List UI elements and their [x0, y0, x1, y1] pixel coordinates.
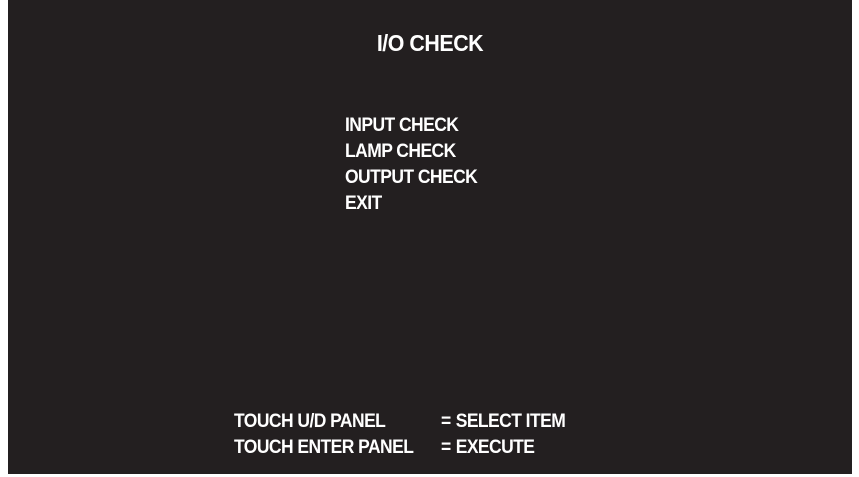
- menu-item-lamp-check[interactable]: LAMP CHECK: [345, 139, 477, 165]
- help-row-execute: TOUCH ENTER PANEL = EXECUTE: [234, 435, 565, 461]
- menu-item-exit[interactable]: EXIT: [345, 191, 477, 217]
- help-key-ud-panel: TOUCH U/D PANEL: [234, 411, 386, 432]
- help-equals: =: [441, 437, 451, 458]
- page-title: I/O CHECK: [376, 30, 484, 56]
- help-action-execute: EXECUTE: [455, 437, 535, 458]
- io-check-menu: INPUT CHECK LAMP CHECK OUTPUT CHECK EXIT: [345, 113, 489, 217]
- help-row-select: TOUCH U/D PANEL = SELECT ITEM: [234, 409, 566, 435]
- help-equals: =: [441, 411, 451, 432]
- menu-item-input-check[interactable]: INPUT CHECK: [345, 113, 477, 139]
- menu-item-output-check[interactable]: OUTPUT CHECK: [345, 165, 478, 191]
- help-key-enter-panel: TOUCH ENTER PANEL: [234, 437, 414, 458]
- io-check-screen: I/O CHECK INPUT CHECK LAMP CHECK OUTPUT …: [8, 0, 852, 474]
- help-action-select-item: SELECT ITEM: [455, 411, 566, 432]
- control-help: TOUCH U/D PANEL = SELECT ITEM TOUCH ENTE…: [234, 409, 594, 461]
